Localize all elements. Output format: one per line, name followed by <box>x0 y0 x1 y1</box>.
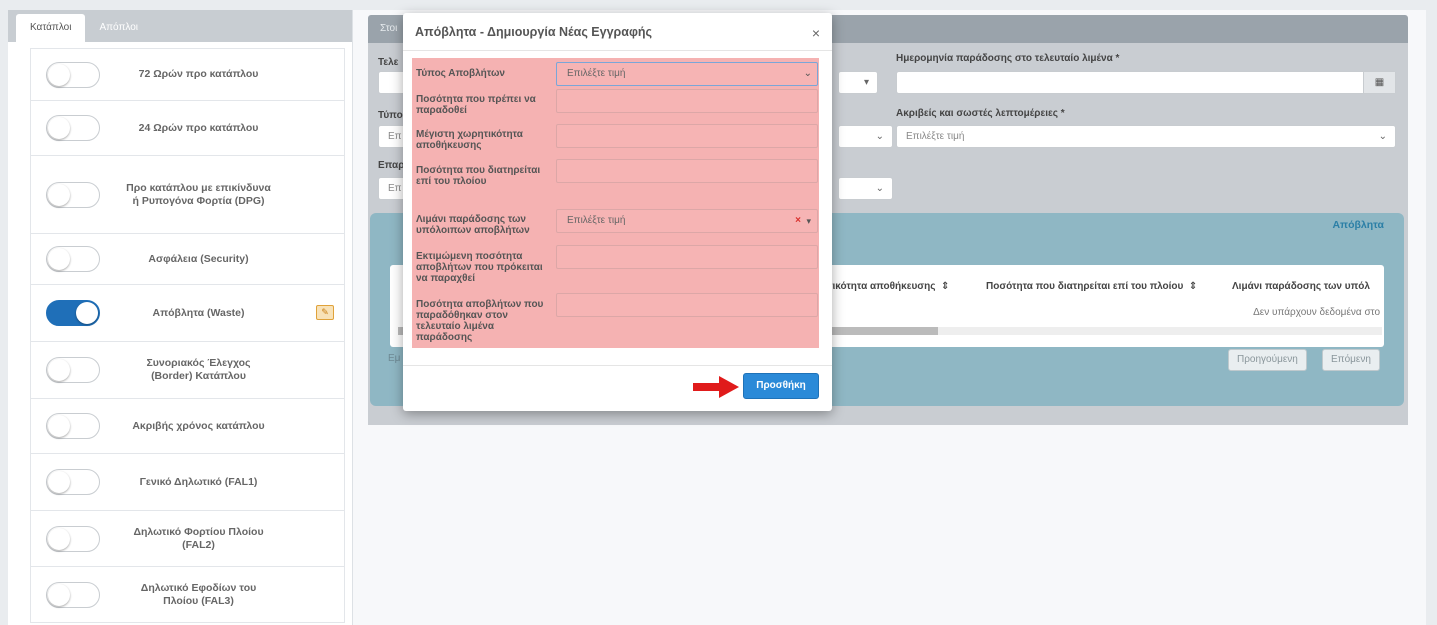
entries-info: Εμ <box>388 353 401 364</box>
quantity-to-deliver-input[interactable] <box>556 89 818 113</box>
toggle-switch[interactable] <box>46 181 100 208</box>
middle-select-3[interactable]: ⌄ <box>838 177 893 200</box>
sidebar-item-label: Απόβλητα (Waste) <box>152 306 245 319</box>
sidebar-tabs: Κατάπλοι Απόπλοι <box>8 10 352 42</box>
sidebar-item-label: Γενικό Δηλωτικό (FAL1) <box>139 475 258 488</box>
sidebar-item-24h[interactable]: 24 Ωρών προ κατάπλου <box>30 101 345 156</box>
create-record-modal: Απόβλητα - Δημιουργία Νέας Εγγραφής × Τύ… <box>403 13 832 411</box>
toggle-switch[interactable] <box>46 357 100 383</box>
field-label: Ποσότητα αποβλήτων που παραδόθηκαν στον … <box>416 299 544 343</box>
delivery-date-label: Ημερομηνία παράδοσης στο τελευταίο λιμέν… <box>896 53 1120 64</box>
sidebar-item-label: Ακριβής χρόνος κατάπλου <box>132 419 265 432</box>
sidebar-item-label: Συνοριακός Έλεγχος (Border) Κατάπλου <box>146 357 251 382</box>
toggle-switch[interactable] <box>46 300 100 326</box>
details-select[interactable]: Επιλέξτε τιμή ⌄ <box>896 125 1396 148</box>
field-label: Επαρ <box>378 160 405 171</box>
waste-type-select[interactable]: Επιλέξτε τιμή ⌄ <box>556 62 818 86</box>
caret-down-icon: ▾ <box>806 216 811 226</box>
sidebar-item-label: Δηλωτικό Εφοδίων του Πλοίου (FAL3) <box>140 581 257 607</box>
sidebar-item-dpg[interactable]: Προ κατάπλου με επικίνδυνα ή Ρυπογόνα Φο… <box>30 156 345 234</box>
toggle-switch[interactable] <box>46 115 100 141</box>
next-button[interactable]: Επόμενη <box>1322 349 1380 371</box>
column-header[interactable]: τικότητα αποθήκευσης ⇕ <box>828 281 949 292</box>
chevron-down-icon: ⌄ <box>803 68 812 79</box>
sidebar-item-fal1[interactable]: Γενικό Δηλωτικό (FAL1) <box>30 454 345 511</box>
sidebar-item-label: 72 Ωρών προ κατάπλου <box>138 68 259 80</box>
toggle-switch[interactable] <box>46 581 100 608</box>
chevron-down-icon: ⌄ <box>875 183 884 194</box>
sidebar-item-label: Ασφάλεια (Security) <box>148 252 249 265</box>
delivered-last-port-input[interactable] <box>556 293 818 317</box>
field-label: Ποσότητα που διατηρείται επί του πλοίου <box>416 165 541 187</box>
sidebar-item-border[interactable]: Συνοριακός Έλεγχος (Border) Κατάπλου <box>30 342 345 399</box>
column-header[interactable]: Ποσότητα που διατηρείται επί του πλοίου … <box>986 281 1197 292</box>
form-area: Τύπος Αποβλήτων Επιλέξτε τιμή ⌄ Ποσότητα… <box>412 58 819 348</box>
field-label: Τύπο <box>378 110 403 121</box>
edit-icon[interactable]: ✎ <box>316 305 334 320</box>
sidebar: Κατάπλοι Απόπλοι 72 Ωρών προ κατάπλου 24… <box>8 10 353 625</box>
calendar-icon[interactable]: ▦ <box>1363 72 1395 93</box>
chevron-down-icon: ▾ <box>863 77 869 88</box>
sidebar-item-exact-time[interactable]: Ακριβής χρόνος κατάπλου <box>30 399 345 454</box>
sidebar-item-72h[interactable]: 72 Ωρών προ κατάπλου <box>30 48 345 101</box>
sidebar-item-fal3[interactable]: Δηλωτικό Εφοδίων του Πλοίου (FAL3) <box>30 567 345 623</box>
sidebar-item-fal2[interactable]: Δηλωτικό Φορτίου Πλοίου (FAL2) <box>30 511 345 567</box>
details-label: Ακριβείς και σωστές λεπτομέρειες * <box>896 108 1065 119</box>
tab-arrivals[interactable]: Κατάπλοι <box>16 14 86 42</box>
field-label: Μέγιστη χωρητικότητα αποθήκευσης <box>416 129 523 151</box>
sidebar-list: 72 Ωρών προ κατάπλου 24 Ωρών προ κατάπλο… <box>30 48 345 623</box>
field-label: Λιμάνι παράδοσης των υπόλοιπων αποβλήτων <box>416 214 530 236</box>
chevron-down-icon: ⌄ <box>875 131 884 142</box>
field-label: Ποσότητα που πρέπει να παραδοθεί <box>416 94 536 116</box>
field-label: Εκτιμώμενη ποσότητα αποβλήτων που πρόκει… <box>416 251 543 284</box>
chevron-down-icon: ⌄ <box>1378 131 1387 142</box>
no-data-text: Δεν υπάρχουν δεδομένα στο <box>1253 307 1380 318</box>
toggle-switch[interactable] <box>46 61 100 88</box>
modal-title: Απόβλητα - Δημιουργία Νέας Εγγραφής <box>415 25 653 39</box>
max-capacity-input[interactable] <box>556 124 818 148</box>
details-select-value: Επιλέξτε τιμή <box>906 131 965 142</box>
previous-button[interactable]: Προηγούμενη <box>1228 349 1307 371</box>
close-icon[interactable]: × <box>812 25 820 41</box>
sidebar-item-label: Δηλωτικό Φορτίου Πλοίου (FAL2) <box>133 525 264 551</box>
toggle-switch[interactable] <box>46 413 100 439</box>
sidebar-item-security[interactable]: Ασφάλεια (Security) <box>30 234 345 285</box>
sidebar-item-label: Προ κατάπλου με επικίνδυνα ή Ρυπογόνα Φο… <box>126 181 271 207</box>
column-header[interactable]: Λιμάνι παράδοσης των υπόλ <box>1232 281 1370 292</box>
waste-panel-title: Απόβλητα <box>1332 219 1384 231</box>
clear-icon[interactable]: × <box>795 210 801 232</box>
toggle-switch[interactable] <box>46 525 100 552</box>
add-button[interactable]: Προσθήκη <box>743 373 819 399</box>
tab-departures[interactable]: Απόπλοι <box>85 14 152 42</box>
field-label: Τύπος Αποβλήτων <box>416 68 505 79</box>
modal-header: Απόβλητα - Δημιουργία Νέας Εγγραφής × <box>403 13 832 51</box>
field-label: Τελε <box>378 57 399 68</box>
sidebar-item-label: 24 Ωρών προ κατάπλου <box>138 121 259 134</box>
delivery-port-select[interactable]: Επιλέξτε τιμή × ▾ <box>556 209 818 233</box>
estimated-quantity-input[interactable] <box>556 245 818 269</box>
quantity-retained-input[interactable] <box>556 159 818 183</box>
middle-select-1[interactable]: ▾ <box>838 71 878 94</box>
middle-select-2[interactable]: ⌄ <box>838 125 893 148</box>
red-arrow-icon <box>693 376 739 398</box>
toggle-switch[interactable] <box>46 469 100 495</box>
sidebar-item-waste[interactable]: Απόβλητα (Waste) ✎ <box>30 285 345 342</box>
toggle-switch[interactable] <box>46 246 100 272</box>
delivery-date-input[interactable]: ▦ <box>896 71 1396 94</box>
